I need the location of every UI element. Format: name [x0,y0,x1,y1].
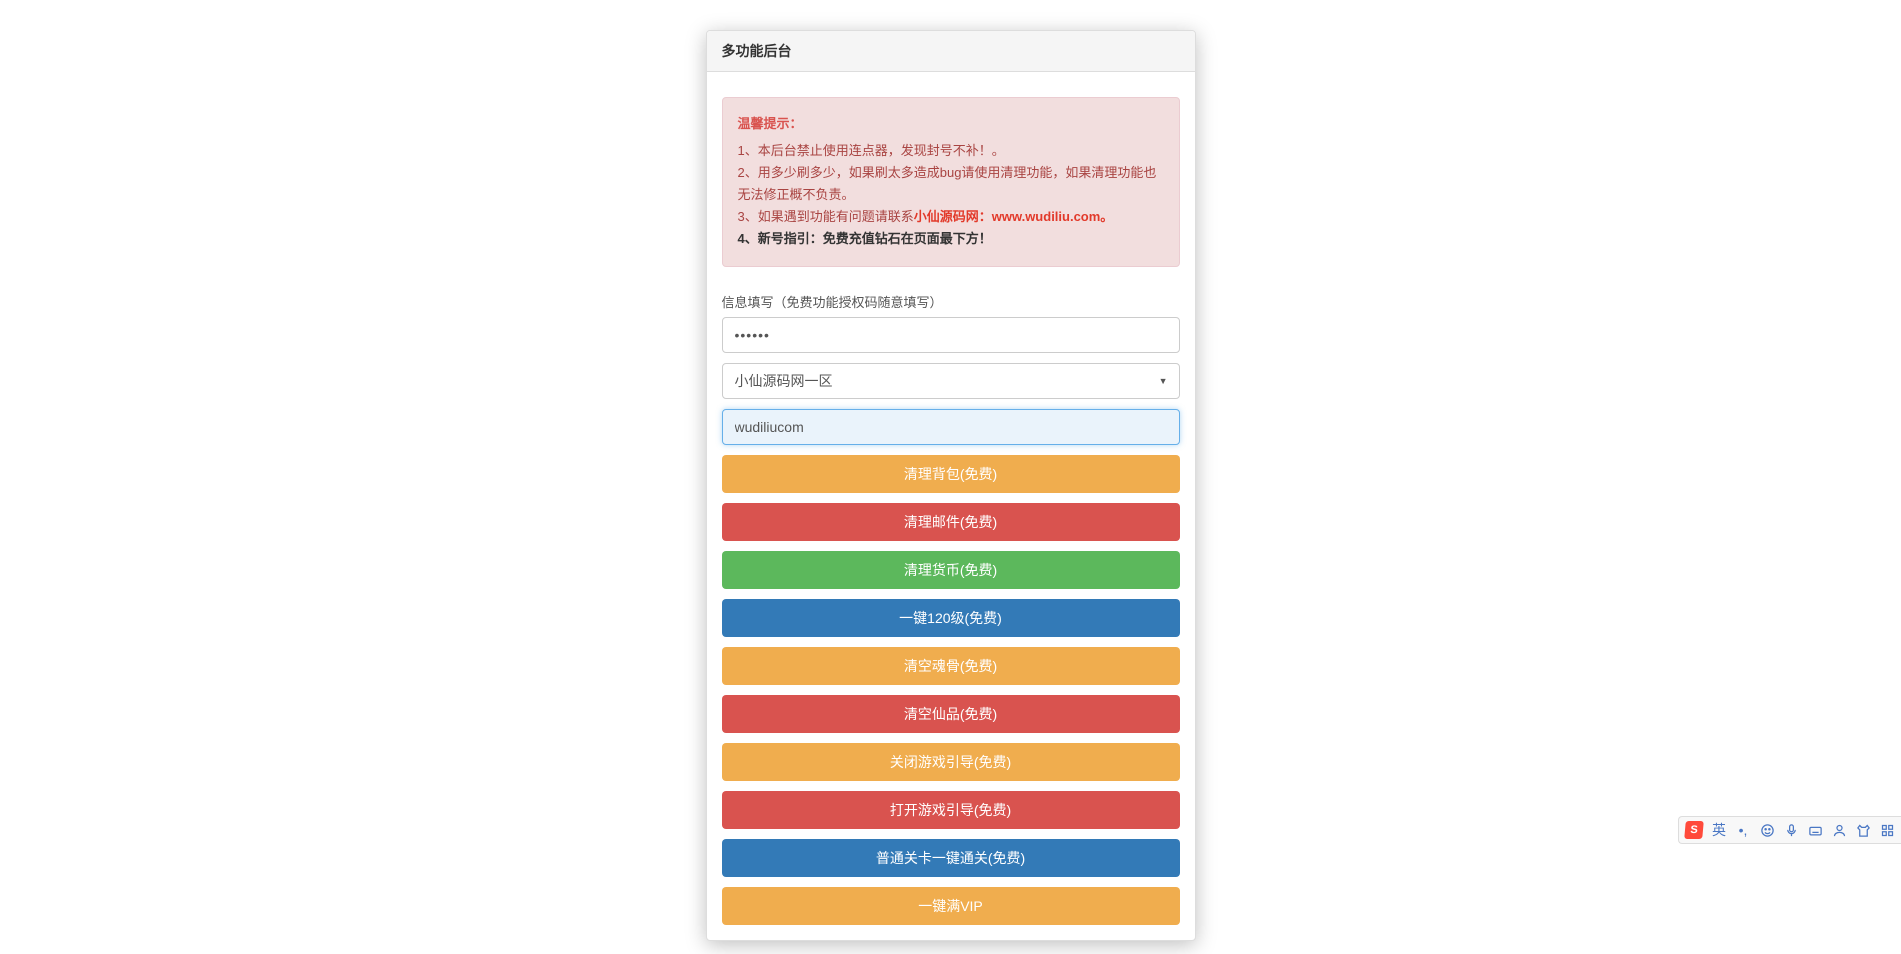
ime-keyboard-icon[interactable] [1807,822,1823,838]
panel-body: 温馨提示： 1、本后台禁止使用连点器，发现封号不补！。 2、用多少刷多少，如果刷… [707,72,1195,940]
ime-skin-icon[interactable] [1855,822,1871,838]
panel-title: 多功能后台 [707,31,1195,72]
clear-soulbone-button[interactable]: 清空魂骨(免费) [722,647,1180,685]
alert-line-2: 2、用多少刷多少，如果刷太多造成bug请使用清理功能，如果清理功能也无法修正概不… [738,162,1164,206]
username-input[interactable] [722,409,1180,445]
contact-link: 小仙源码网：www.wudiliu.com。 [914,209,1114,224]
alert-title: 温馨提示： [738,113,1164,135]
ime-user-icon[interactable] [1831,822,1847,838]
max-vip-button[interactable]: 一键满VIP [722,887,1180,925]
form-section-label: 信息填写（免费功能授权码随意填写） [722,292,1180,311]
clear-immortal-button[interactable]: 清空仙品(免费) [722,695,1180,733]
alert-line-3: 3、如果遇到功能有问题请联系小仙源码网：www.wudiliu.com。 [738,206,1164,228]
clear-stage-button[interactable]: 普通关卡一键通关(免费) [722,839,1180,877]
alert-notice: 温馨提示： 1、本后台禁止使用连点器，发现封号不补！。 2、用多少刷多少，如果刷… [722,97,1180,267]
ime-toolbox-icon[interactable] [1879,822,1895,838]
clear-bag-button[interactable]: 清理背包(免费) [722,455,1180,493]
password-group [722,317,1180,353]
ime-punct-icon[interactable]: •, [1735,822,1751,838]
alert-line-1: 1、本后台禁止使用连点器，发现封号不补！。 [738,140,1164,162]
ime-toolbar[interactable]: S 英 •, [1678,816,1901,844]
server-select[interactable] [722,363,1180,399]
clear-currency-button[interactable]: 清理货币(免费) [722,551,1180,589]
auth-code-input[interactable] [722,317,1180,353]
alert-line-4: 4、新号指引：免费充值钻石在页面最下方！ [738,228,1164,250]
sogou-logo-icon[interactable]: S [1684,821,1704,839]
clear-mail-button[interactable]: 清理邮件(免费) [722,503,1180,541]
ime-emoji-icon[interactable] [1759,822,1775,838]
close-guide-button[interactable]: 关闭游戏引导(免费) [722,743,1180,781]
open-guide-button[interactable]: 打开游戏引导(免费) [722,791,1180,829]
level-120-button[interactable]: 一键120级(免费) [722,599,1180,637]
ime-voice-icon[interactable] [1783,822,1799,838]
ime-lang-indicator[interactable]: 英 [1711,822,1727,838]
main-panel: 多功能后台 温馨提示： 1、本后台禁止使用连点器，发现封号不补！。 2、用多少刷… [706,30,1196,941]
username-group [722,409,1180,445]
server-select-group [722,363,1180,399]
